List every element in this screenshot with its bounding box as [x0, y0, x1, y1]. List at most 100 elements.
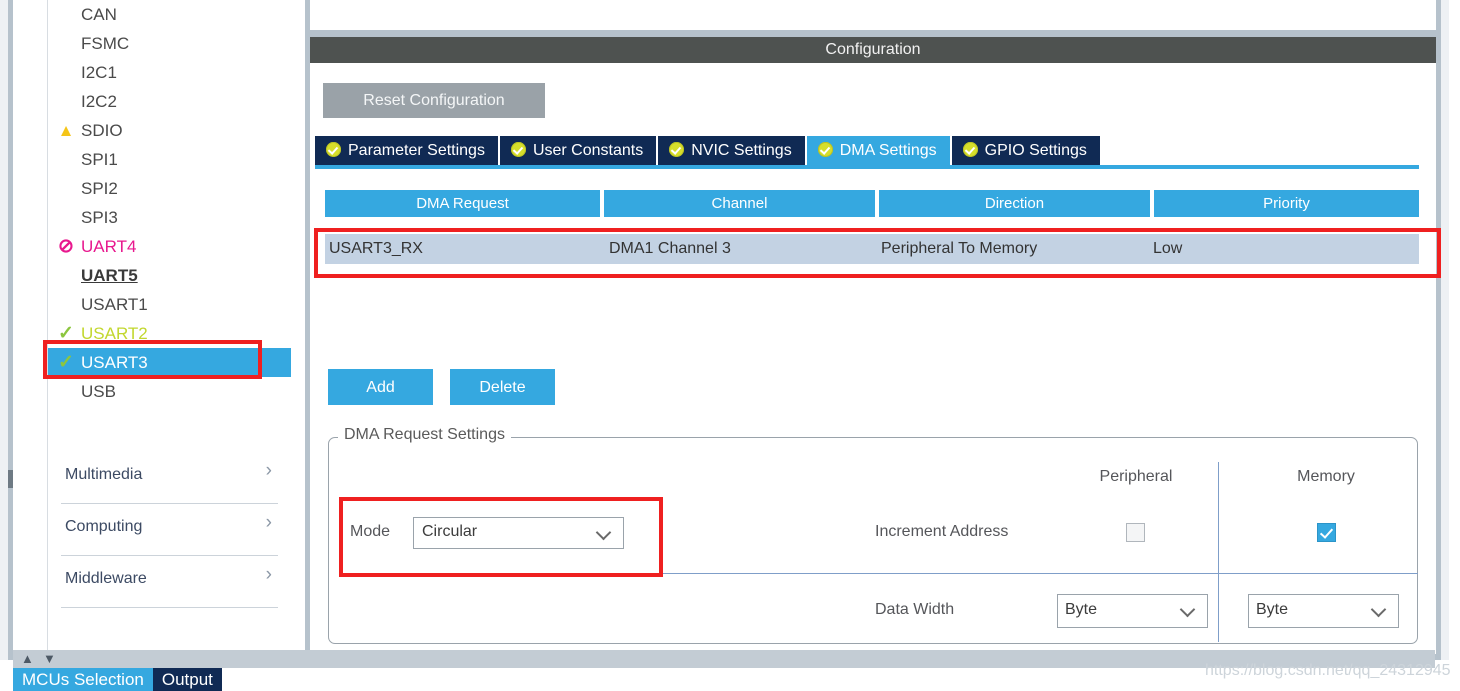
peripheral-label: USART1 [81, 295, 148, 314]
data-width-label: Data Width [875, 601, 955, 618]
peripheral-label: FSMC [81, 34, 130, 53]
chevron-down-icon [1370, 601, 1387, 618]
bottom-tab-mcus-selection[interactable]: MCUs Selection [13, 668, 153, 691]
sidebar-item-spi2[interactable]: SPI2 [48, 174, 291, 203]
category-label: Multimedia [65, 466, 143, 483]
peripheral-label: UART4 [81, 237, 137, 256]
window-right-margin [1449, 0, 1460, 691]
peripherals-sidebar: CAN FSMC I2C1 I2C2 ▲ SDIO SPI1 SPI2 SPI3… [47, 0, 291, 650]
tab-nvic-settings[interactable]: NVIC Settings [658, 136, 805, 165]
tab-label: GPIO Settings [984, 142, 1087, 159]
bottom-tab-output[interactable]: Output [152, 668, 222, 691]
check-circle-icon [817, 142, 833, 157]
peripheral-label: I2C2 [81, 92, 117, 111]
data-width-memory-select[interactable]: Byte [1248, 594, 1399, 628]
add-button[interactable]: Add [328, 369, 433, 405]
sidebar-item-uart5[interactable]: UART5 [48, 261, 291, 290]
peripheral-label: SPI1 [81, 150, 118, 169]
cell-channel: DMA1 Channel 3 [609, 240, 731, 257]
increment-address-peripheral-checkbox[interactable] [1126, 523, 1145, 542]
mode-select[interactable]: Circular [413, 517, 624, 549]
peripheral-label: USART3 [81, 353, 148, 372]
warning-triangle-icon: ▲ [57, 121, 75, 140]
table-row[interactable]: USART3_RX DMA1 Channel 3 Peripheral To M… [325, 234, 1419, 264]
sidebar-item-sdio[interactable]: ▲ SDIO [48, 116, 291, 145]
sidebar-item-fsmc[interactable]: FSMC [48, 29, 291, 58]
column-label-peripheral: Peripheral [1099, 468, 1173, 485]
tab-parameter-settings[interactable]: Parameter Settings [315, 136, 498, 165]
column-header-dma-request[interactable]: DMA Request [325, 190, 600, 217]
column-label-memory: Memory [1297, 468, 1355, 485]
table-body: USART3_RX DMA1 Channel 3 Peripheral To M… [325, 234, 1419, 264]
tab-active-underline [315, 165, 1419, 169]
main-panel-top-area [310, 0, 1436, 30]
data-width-memory-value: Byte [1256, 601, 1289, 618]
peripheral-label: USB [81, 382, 116, 401]
table-header-row: DMA Request Channel Direction Priority [325, 190, 1419, 217]
peripheral-label: SPI2 [81, 179, 118, 198]
dma-request-table: DMA Request Channel Direction Priority U… [325, 190, 1419, 264]
delete-button[interactable]: Delete [450, 369, 555, 405]
sidebar-item-usart2[interactable]: ✓ USART2 [48, 319, 291, 348]
sidebar-item-i2c2[interactable]: I2C2 [48, 87, 291, 116]
sidebar-item-uart4[interactable]: ⊘ UART4 [48, 232, 291, 261]
tab-label: Parameter Settings [348, 142, 485, 159]
column-header-direction[interactable]: Direction [878, 190, 1150, 217]
peripheral-label: UART5 [81, 266, 138, 285]
check-circle-icon [510, 142, 526, 157]
category-accordion: Multimedia › Computing › Middleware › [48, 452, 291, 608]
left-scroll-thumb[interactable] [8, 470, 13, 488]
bottom-tabstrip: MCUs Selection Output [13, 668, 222, 691]
check-icon: ✓ [58, 352, 74, 373]
dma-request-settings-title: DMA Request Settings [338, 426, 511, 444]
check-circle-icon [326, 142, 341, 157]
scroll-up-icon[interactable]: ▲ [21, 652, 34, 665]
check-circle-icon [669, 142, 685, 157]
cell-priority: Low [1153, 240, 1183, 257]
mode-value: Circular [422, 523, 478, 540]
window-right-edge [1441, 0, 1449, 660]
chevron-right-icon: › [265, 512, 272, 533]
reset-configuration-button[interactable]: Reset Configuration [323, 83, 545, 118]
sidebar-category-computing[interactable]: Computing › [61, 504, 278, 556]
sidebar-item-i2c1[interactable]: I2C1 [48, 58, 291, 87]
peripheral-label: CAN [81, 5, 117, 24]
blocked-icon: ⊘ [58, 236, 74, 257]
peripheral-label: I2C1 [81, 63, 117, 82]
chevron-down-icon [595, 524, 612, 541]
column-header-channel[interactable]: Channel [603, 190, 875, 217]
sidebar-item-spi1[interactable]: SPI1 [48, 145, 291, 174]
check-circle-icon [962, 142, 978, 157]
tab-gpio-settings[interactable]: GPIO Settings [951, 136, 1100, 165]
cell-direction: Peripheral To Memory [881, 240, 1038, 257]
sidebar-item-can[interactable]: CAN [48, 0, 291, 29]
sidebar-item-usb[interactable]: USB [48, 377, 291, 406]
vertical-divider [1218, 462, 1219, 642]
peripheral-label: USART2 [81, 324, 148, 343]
horizontal-divider [488, 573, 1418, 574]
column-header-priority[interactable]: Priority [1153, 190, 1419, 217]
check-icon: ✓ [58, 323, 74, 344]
data-width-peripheral-value: Byte [1065, 601, 1098, 618]
sidebar-category-middleware[interactable]: Middleware › [61, 556, 278, 608]
chevron-right-icon: › [265, 564, 272, 585]
category-label: Middleware [65, 570, 147, 587]
sidebar-category-multimedia[interactable]: Multimedia › [61, 452, 278, 504]
chevron-right-icon: › [265, 460, 272, 481]
tab-label: DMA Settings [839, 142, 937, 159]
data-width-peripheral-select[interactable]: Byte [1057, 594, 1208, 628]
scroll-down-icon[interactable]: ▼ [43, 652, 56, 665]
mode-label: Mode [350, 523, 391, 540]
peripheral-label: SPI3 [81, 208, 118, 227]
sidebar-gutter [13, 0, 47, 660]
tab-user-constants[interactable]: User Constants [499, 136, 657, 165]
sidebar-item-usart1[interactable]: USART1 [48, 290, 291, 319]
configuration-title-bar: Configuration [310, 37, 1436, 63]
increment-address-label: Increment Address [875, 523, 1009, 540]
increment-address-memory-checkbox[interactable] [1317, 523, 1336, 542]
tab-dma-settings[interactable]: DMA Settings [806, 136, 950, 165]
sidebar-item-usart3[interactable]: ✓ USART3 [48, 348, 291, 377]
sidebar-item-spi3[interactable]: SPI3 [48, 203, 291, 232]
category-label: Computing [65, 518, 143, 535]
app-window: CAN FSMC I2C1 I2C2 ▲ SDIO SPI1 SPI2 SPI3… [0, 0, 1460, 691]
